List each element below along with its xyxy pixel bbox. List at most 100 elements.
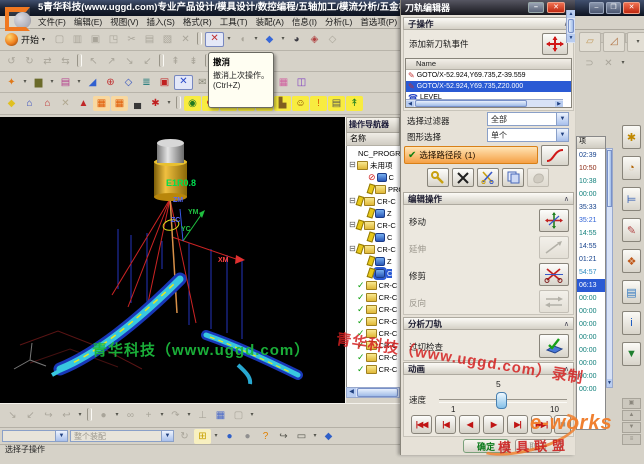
dropdown[interactable]: ▾ [619, 56, 627, 71]
add-toolpath-event-button[interactable] [542, 33, 568, 55]
open-icon[interactable]: ▥ [69, 32, 86, 47]
ruler-icon[interactable]: ▱ [579, 32, 601, 52]
orange-grid-icon[interactable]: ▦ [93, 96, 110, 111]
scroll-down-icon[interactable]: ▼ [607, 379, 612, 387]
event-list-horizontal-scrollbar[interactable]: ◀ ▶ [406, 99, 563, 107]
tree-icon[interactable]: ↟ [346, 96, 363, 111]
menu-item[interactable]: 信息(I) [288, 17, 321, 27]
time-cell[interactable]: 35:21 [577, 214, 605, 227]
export-button[interactable]: ▼ [622, 342, 641, 366]
cut-icon[interactable]: ✂ [123, 32, 140, 47]
menu-item[interactable]: 插入(S) [143, 17, 179, 27]
dropdown[interactable]: ▾ [76, 408, 84, 423]
snap-icon[interactable]: ↘ [4, 408, 21, 423]
scrollbar-thumb[interactable] [415, 100, 527, 107]
section-sub-operation[interactable]: 子操作 ∧ [403, 17, 574, 30]
dropdown[interactable]: ▾ [311, 429, 319, 444]
dropdown[interactable]: ▾ [212, 429, 220, 444]
scroll-left-icon[interactable]: ◀ [406, 101, 414, 107]
resource-scroll-end[interactable]: ≡ [622, 434, 641, 445]
navigator-tree-item[interactable]: ⊘ ✓ CR-C [347, 363, 400, 375]
dropdown[interactable]: ▾ [248, 408, 256, 423]
time-cell[interactable]: 10:50 [577, 162, 605, 175]
navigator-tree-item[interactable]: ⊘ ✓ C [347, 171, 400, 183]
relink-icon[interactable]: ⇆ [57, 54, 74, 69]
navigator-horizontal-scrollbar[interactable]: ◀ [346, 387, 400, 398]
separator[interactable] [87, 408, 92, 421]
library-button[interactable]: ▤ [622, 280, 641, 304]
navigator-tree-item[interactable]: ⊟ ⊘ ✓ CR-C [347, 195, 400, 207]
select-path-segment-row[interactable]: ✔ 选择路径段 (1) [404, 146, 538, 164]
selection-scope-combo[interactable]: 整个装配 ▼ [70, 430, 174, 442]
dropdown[interactable]: ▾ [75, 75, 83, 90]
red-house-icon[interactable]: ⌂ [39, 96, 56, 111]
people-icon[interactable]: ✱ [147, 96, 164, 111]
gray-ball-icon[interactable]: ● [239, 429, 256, 444]
chevron-down-icon[interactable]: ▼ [556, 129, 568, 141]
dropdown[interactable]: ▾ [185, 408, 193, 423]
edit-wrench-button[interactable] [427, 168, 449, 187]
separator[interactable] [159, 54, 164, 67]
time-cell[interactable]: 00:00 [577, 331, 605, 344]
speed-slider-thumb[interactable] [496, 392, 507, 409]
time-cell[interactable]: 35:33 [577, 201, 605, 214]
grid-icon[interactable]: ▦ [275, 75, 292, 90]
navigator-title[interactable]: 操作导航器 [346, 117, 400, 133]
slope-icon[interactable]: ◿ [603, 32, 625, 52]
scroll-left-icon[interactable]: ◀ [347, 388, 356, 397]
dialog-minimize-button[interactable]: – [528, 2, 544, 13]
printer-icon[interactable]: ▄ [129, 96, 146, 111]
navigator-tree-item[interactable]: ⊘ ✓ Z [347, 207, 400, 219]
time-cell[interactable]: 01:21 [577, 253, 605, 266]
save-icon[interactable]: ▣ [87, 32, 104, 47]
rewind-start-button[interactable]: |◀◀ [411, 415, 432, 434]
info-button[interactable]: i [622, 311, 641, 335]
time-column-header[interactable]: 项 [577, 137, 605, 149]
trim-button[interactable] [539, 263, 569, 286]
copy-segment-button[interactable] [502, 168, 524, 187]
resource-scroll-down[interactable]: ▼ [622, 422, 641, 433]
navigator-tree-item[interactable]: ⊘ ✓ Z [347, 255, 400, 267]
operation-navigator-button[interactable]: ✱ [622, 125, 641, 149]
edit-object-icon[interactable]: ▣ [156, 75, 173, 90]
time-cell[interactable]: 00:00 [577, 292, 605, 305]
dropdown[interactable]: ▾ [21, 75, 29, 90]
tree-expander-icon[interactable]: ⊟ [349, 160, 357, 170]
sketch-icon[interactable]: ✦ [3, 75, 20, 90]
pan-hand-icon[interactable]: ⊃ [581, 56, 598, 71]
hook-icon[interactable]: ↪ [275, 429, 292, 444]
step-forward-button[interactable]: ▶| [507, 415, 528, 434]
navigator-tree-item[interactable]: ⊘ ✓ CR-C [347, 291, 400, 303]
dropdown[interactable]: ▾ [279, 32, 287, 47]
paste-segment-button[interactable] [527, 168, 549, 187]
section-analyze-toolpath[interactable]: 分析刀轨 ∧ [403, 317, 574, 330]
navigator-tree-item[interactable]: ⊟ ⊘ ✓ 未用项 [347, 159, 400, 171]
navigator-tree-item[interactable]: ⊘ ✓ C [347, 267, 400, 279]
link-icon[interactable]: ⇄ [39, 54, 56, 69]
menu-item[interactable]: 文件(F) [34, 17, 70, 27]
render-style-icon[interactable]: ◕ [288, 32, 305, 47]
forward-end-button[interactable]: ▶▶| [531, 415, 552, 434]
measure-icon[interactable]: ≣ [138, 75, 155, 90]
shaded-view-icon[interactable]: ◆ [261, 32, 278, 47]
dropdown[interactable]: ▾ [627, 32, 644, 52]
time-cell[interactable]: 00:00 [577, 188, 605, 201]
blue-house-icon[interactable]: ⌂ [21, 96, 38, 111]
dropdown[interactable]: ▾ [48, 75, 56, 90]
toolpath-event-row[interactable]: ✎ ☎ GOTO/X-52.924,Y69.735,Z-39.559 [406, 70, 571, 81]
section-edit-operation[interactable]: 编辑操作 ∧ [403, 192, 574, 205]
menu-item[interactable]: 首选项(P) [356, 17, 401, 27]
page-down-icon[interactable]: ⇟ [185, 54, 202, 69]
navigator-tree-item[interactable]: ⊘ ✓ NC_PROGRAM [347, 147, 400, 159]
window-minimize-button[interactable]: – [589, 2, 604, 14]
curve-hook-icon[interactable]: ↷ [167, 408, 184, 423]
menu-item[interactable]: 格式(R) [179, 17, 216, 27]
time-column-scrollbar[interactable]: ▼ [606, 148, 613, 388]
selection-filter-combo[interactable]: 全部 ▼ [487, 112, 569, 126]
menu-item[interactable]: 视图(V) [106, 17, 142, 27]
smiley-icon[interactable]: ◉ [184, 96, 201, 111]
scrollbar-thumb[interactable] [357, 388, 398, 397]
paste-icon[interactable]: ▧ [159, 32, 176, 47]
annotate-button[interactable]: ✎ [622, 218, 641, 242]
dialog-title-bar[interactable]: 刀轨编辑器 – ✕ [401, 0, 575, 15]
